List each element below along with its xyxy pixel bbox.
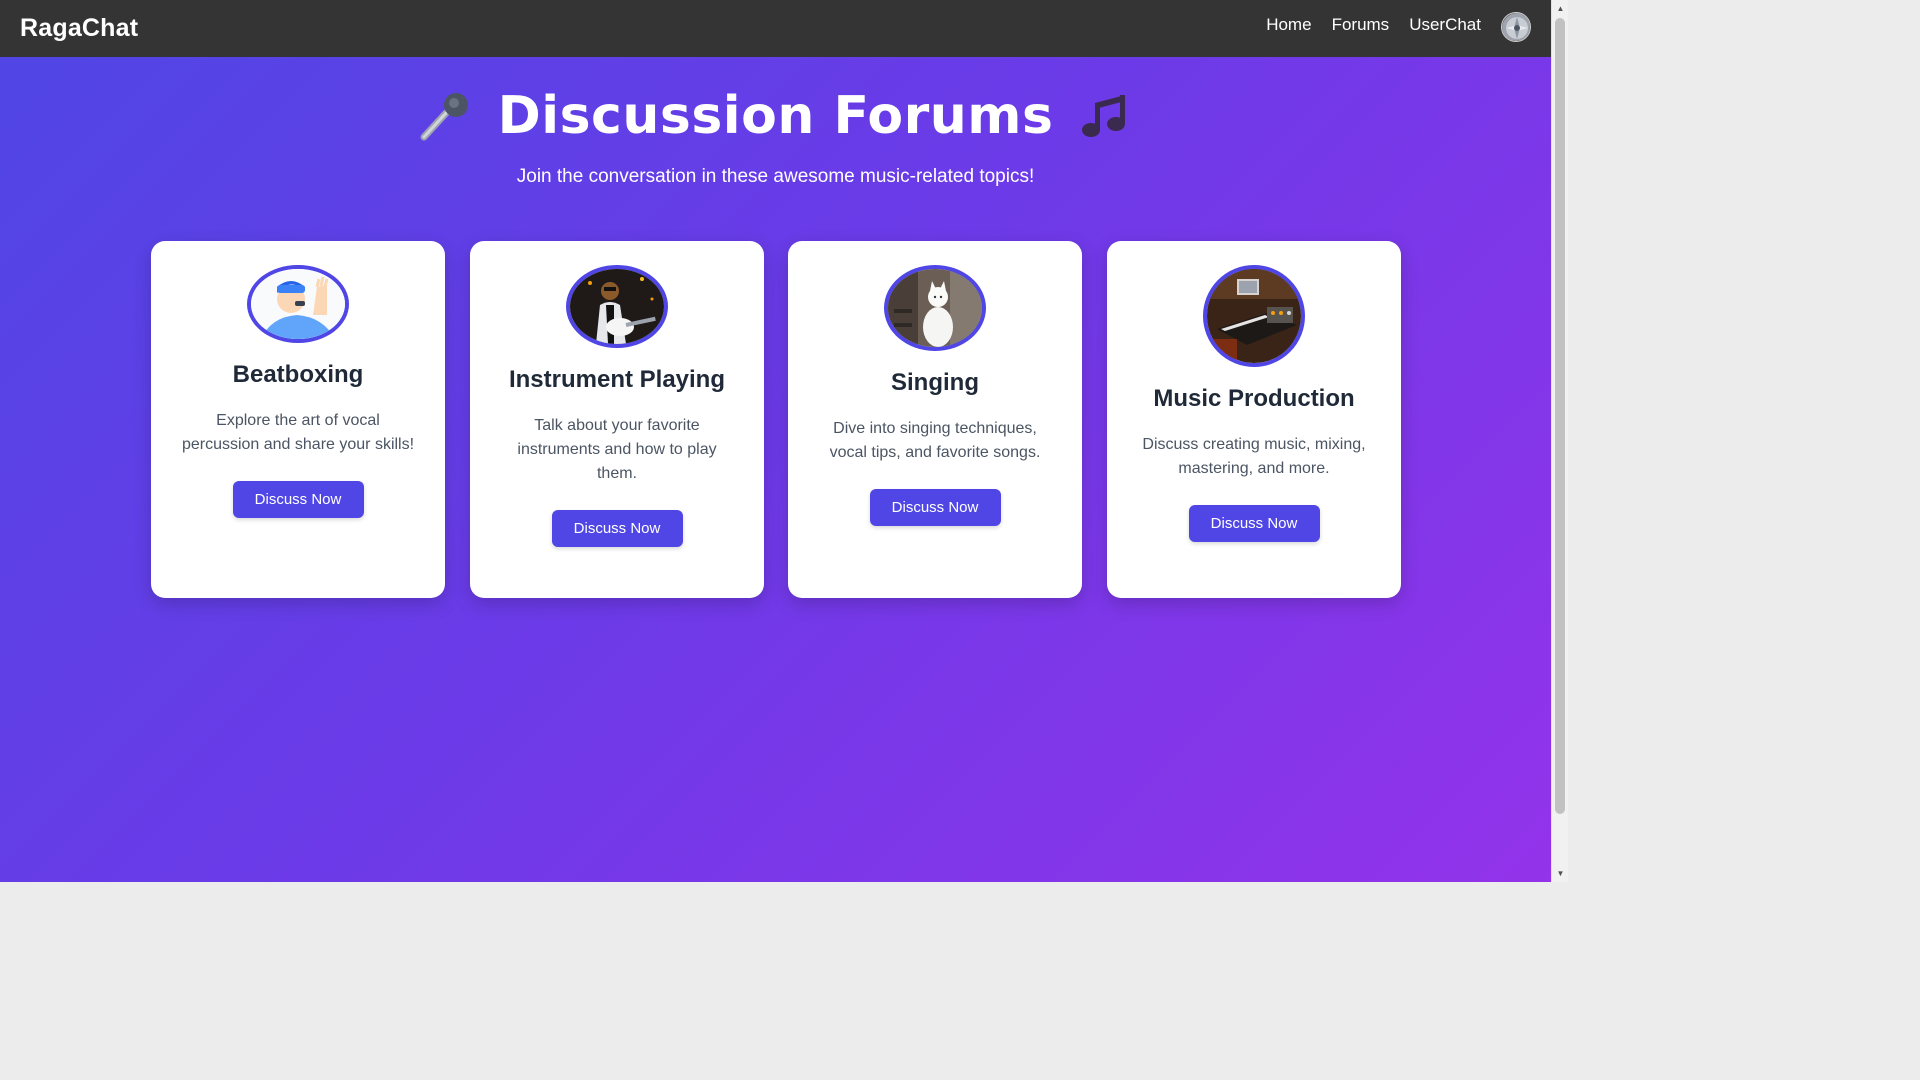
forum-card-instrument-playing: Instrument Playing Talk about your favor…	[470, 241, 764, 598]
card-title: Singing	[891, 369, 979, 396]
navbar: RagaChat Home Forums UserChat	[0, 0, 1551, 57]
singing-cat-photo	[884, 265, 986, 351]
user-avatar-icon[interactable]	[1501, 11, 1531, 42]
guitar-player-photo	[566, 265, 668, 348]
nav-link-forums[interactable]: Forums	[1332, 15, 1390, 35]
brand-logo[interactable]: RagaChat	[20, 14, 138, 43]
card-description: Talk about your favorite instruments and…	[517, 417, 717, 482]
card-description: Explore the art of vocal percussion and …	[181, 412, 415, 453]
discuss-now-button[interactable]: Discuss Now	[551, 510, 683, 547]
forum-card-music-production: Music Production Discuss creating music,…	[1107, 241, 1401, 598]
beatboxer-cartoon-image	[247, 265, 349, 343]
microphone-icon	[420, 93, 468, 141]
card-description: Dive into singing techniques, vocal tips…	[829, 420, 1041, 461]
discuss-now-button[interactable]: Discuss Now	[869, 489, 1001, 526]
nav-link-home[interactable]: Home	[1266, 15, 1311, 35]
discuss-now-button[interactable]: Discuss Now	[232, 481, 364, 518]
discuss-now-button[interactable]: Discuss Now	[1188, 505, 1320, 542]
card-description: Discuss creating music, mixing, masterin…	[1142, 436, 1366, 477]
scroll-up-arrow-icon[interactable]: ▲	[1552, 0, 1569, 17]
page-subtitle: Join the conversation in these awesome m…	[516, 166, 1035, 187]
card-title: Music Production	[1153, 385, 1355, 412]
vertical-scrollbar[interactable]: ▲ ▼	[1551, 0, 1568, 882]
card-title: Beatboxing	[232, 361, 364, 388]
page-heading: Discussion Forums	[0, 86, 1551, 146]
scroll-thumb[interactable]	[1555, 18, 1565, 814]
page-background: RagaChat Home Forums UserChat Discussion…	[0, 0, 1551, 882]
nav-link-userchat[interactable]: UserChat	[1409, 15, 1481, 35]
card-title: Instrument Playing	[508, 366, 726, 393]
forum-card-singing: Singing Dive into singing techniques, vo…	[788, 241, 1082, 598]
page-title: Discussion Forums	[497, 86, 1054, 146]
scroll-down-arrow-icon[interactable]: ▼	[1552, 865, 1569, 882]
studio-equipment-photo	[1203, 265, 1305, 367]
nav-links: Home Forums UserChat	[1266, 8, 1531, 42]
forum-card-beatboxing: Beatboxing Explore the art of vocal perc…	[151, 241, 445, 598]
musical-notes-icon	[1082, 95, 1126, 137]
